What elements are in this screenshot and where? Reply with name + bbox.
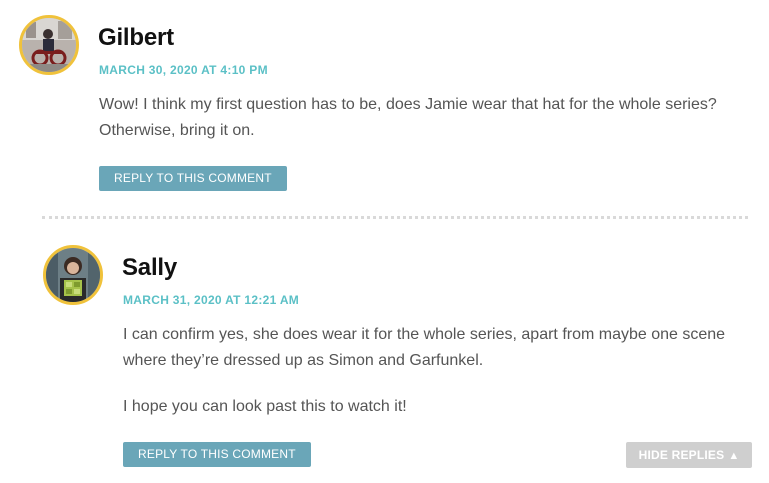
triangle-up-icon: ▲ [728,450,740,462]
avatar-photo-sally [46,248,100,302]
comment-text-line: Wow! I think my first question has to be… [99,96,717,113]
hide-replies-button[interactable]: HIDE REPLIES ▲ [626,442,752,468]
comment-text-line: I hope you can look past this to watch i… [123,398,407,415]
comment-text-line: Otherwise, bring it on. [99,122,255,139]
avatar-sally [43,245,103,305]
avatar-gilbert [19,15,79,75]
reply-button[interactable]: REPLY TO THIS COMMENT [99,166,287,191]
comment-author[interactable]: Sally [122,254,177,282]
comment-date[interactable]: MARCH 31, 2020 AT 12:21 AM [123,293,299,307]
avatar-photo-gilbert [22,18,76,72]
reply-button[interactable]: REPLY TO THIS COMMENT [123,442,311,467]
comment-date[interactable]: MARCH 30, 2020 AT 4:10 PM [99,63,268,77]
comment-text-line: I can confirm yes, she does wear it for … [123,326,726,343]
comment-divider [42,216,748,219]
hide-replies-label: HIDE REPLIES [638,448,725,462]
comment-text-line: where they’re dressed up as Simon and Ga… [123,352,484,369]
comment-author[interactable]: Gilbert [98,24,174,52]
